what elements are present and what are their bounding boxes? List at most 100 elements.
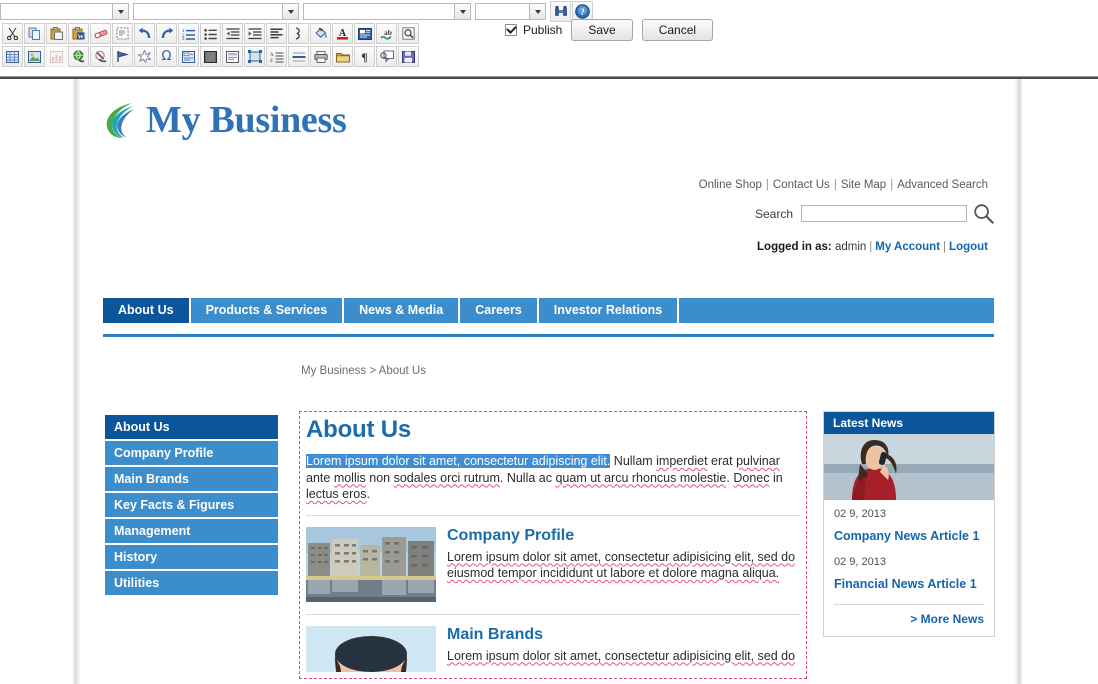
cancel-button[interactable]: Cancel: [641, 19, 714, 41]
source-button[interactable]: [354, 23, 375, 44]
format-select[interactable]: [133, 3, 283, 20]
font-select-arrow[interactable]: [455, 3, 471, 20]
company-profile-heading[interactable]: Company Profile: [447, 527, 800, 545]
undo-button[interactable]: [134, 23, 155, 44]
save-document-button[interactable]: [398, 46, 419, 67]
nav-item-products-services[interactable]: Products & Services: [191, 298, 345, 323]
svg-text:A: A: [270, 53, 274, 58]
nav-item-careers[interactable]: Careers: [460, 298, 539, 323]
outdent-icon: [226, 27, 239, 39]
latest-news-image[interactable]: [824, 434, 994, 500]
my-account-link[interactable]: My Account: [875, 241, 940, 253]
print-button[interactable]: [310, 46, 331, 67]
publish-label: Publish: [523, 23, 563, 37]
insert-image-button[interactable]: [24, 46, 45, 67]
bulleted-list-button[interactable]: [200, 23, 221, 44]
font-select[interactable]: [303, 3, 455, 20]
blockquote-icon: [295, 27, 300, 40]
news-link-2[interactable]: Financial News Article 1: [834, 577, 984, 591]
line-height-button[interactable]: A Z: [266, 46, 287, 67]
table-icon: [6, 50, 19, 63]
paste-word-icon: W: [72, 27, 85, 40]
account-status: Logged in as: admin | My Account | Logout: [757, 241, 988, 253]
sidebar-item-about-us[interactable]: About Us: [105, 415, 278, 439]
horizontal-rule-button[interactable]: [288, 46, 309, 67]
style-select[interactable]: [0, 3, 113, 20]
preview-button[interactable]: [398, 23, 419, 44]
anchor-flag-icon: [116, 51, 129, 62]
nav-item-news-media[interactable]: News & Media: [344, 298, 461, 323]
publish-checkbox[interactable]: [505, 24, 517, 36]
insert-link-button[interactable]: [68, 46, 89, 67]
floppy-disk-icon: [402, 50, 415, 63]
format-select-arrow[interactable]: [283, 3, 299, 20]
waterfront-apartment-buildings-photo: [306, 526, 436, 602]
numbered-list-button[interactable]: 1 2 3: [178, 23, 199, 44]
remove-format-button[interactable]: [90, 23, 111, 44]
cut-button[interactable]: [2, 23, 23, 44]
unlink-button[interactable]: [90, 46, 111, 67]
site-logo[interactable]: My Business: [102, 100, 347, 140]
company-profile-thumbnail[interactable]: [306, 526, 436, 602]
main-brands-thumbnail[interactable]: [306, 625, 436, 672]
sidebar-item-key-facts-figures[interactable]: Key Facts & Figures: [105, 493, 278, 517]
decrease-indent-button[interactable]: [222, 23, 243, 44]
logged-in-label: Logged in as:: [757, 241, 832, 253]
style-select-arrow[interactable]: [113, 3, 129, 20]
line-height-icon: A Z: [270, 51, 283, 63]
nav-item-about-us[interactable]: About Us: [103, 298, 191, 323]
show-blocks-button[interactable]: ¶: [354, 46, 375, 67]
insert-table-button[interactable]: [2, 46, 23, 67]
copy-button[interactable]: [24, 23, 45, 44]
insert-media-button[interactable]: [200, 46, 221, 67]
paste-button[interactable]: [46, 23, 67, 44]
special-character-button[interactable]: Ω: [156, 46, 177, 67]
section-navigation: About Us Company Profile Main Brands Key…: [105, 415, 278, 597]
sidebar-item-company-profile[interactable]: Company Profile: [105, 441, 278, 465]
align-button[interactable]: [266, 23, 287, 44]
sidebar-item-main-brands[interactable]: Main Brands: [105, 467, 278, 491]
utility-link-online-shop[interactable]: Online Shop: [699, 179, 762, 191]
spellcheck-icon: ab: [379, 28, 391, 40]
editable-content-region[interactable]: About Us Lorem ipsum dolor sit amet, con…: [299, 411, 807, 679]
sidebar-item-utilities[interactable]: Utilities: [105, 571, 278, 595]
page-right-edge-shadow: [1014, 79, 1023, 684]
size-select-arrow[interactable]: [530, 3, 546, 20]
insert-template-button[interactable]: [222, 46, 243, 67]
save-button[interactable]: Save: [571, 19, 633, 41]
background-color-button[interactable]: [310, 23, 331, 44]
selected-text: Lorem ipsum dolor sit amet, consectetur …: [306, 454, 611, 468]
main-brands-heading[interactable]: Main Brands: [447, 626, 795, 644]
magnifier-icon[interactable]: [973, 203, 994, 224]
spellcheck-button[interactable]: ab: [376, 23, 397, 44]
news-link-1[interactable]: Company News Article 1: [834, 529, 984, 543]
open-file-button[interactable]: [332, 46, 353, 67]
username: admin: [834, 241, 867, 253]
insert-flash-button[interactable]: [134, 46, 155, 67]
insert-form-button[interactable]: [178, 46, 199, 67]
content-section-company-profile: Company Profile Lorem ipsum dolor sit am…: [306, 526, 800, 602]
sidebar-item-history[interactable]: History: [105, 545, 278, 569]
intro-text-4: pulvinar: [736, 454, 780, 468]
utility-link-advanced-search[interactable]: Advanced Search: [897, 179, 988, 191]
utility-link-site-map[interactable]: Site Map: [841, 179, 886, 191]
nav-item-investor-relations[interactable]: Investor Relations: [539, 298, 680, 323]
redo-button[interactable]: [156, 23, 177, 44]
sidebar-item-management[interactable]: Management: [105, 519, 278, 543]
more-news-link[interactable]: > More News: [834, 612, 984, 630]
search-input[interactable]: [801, 205, 967, 222]
select-all-button[interactable]: [112, 23, 133, 44]
text-color-button[interactable]: A: [332, 23, 353, 44]
comment-button[interactable]: [376, 46, 397, 67]
paste-from-word-button[interactable]: W: [68, 23, 89, 44]
blockquote-button[interactable]: [288, 23, 309, 44]
size-select[interactable]: [475, 3, 530, 20]
anchor-button[interactable]: [112, 46, 133, 67]
insert-chart-button[interactable]: [46, 46, 67, 67]
page-title: About Us: [306, 416, 412, 443]
logout-link[interactable]: Logout: [949, 241, 988, 253]
utility-link-contact-us[interactable]: Contact Us: [773, 179, 830, 191]
increase-indent-button[interactable]: [244, 23, 265, 44]
page-properties-button[interactable]: [244, 46, 265, 67]
paint-bucket-icon: [314, 27, 327, 38]
